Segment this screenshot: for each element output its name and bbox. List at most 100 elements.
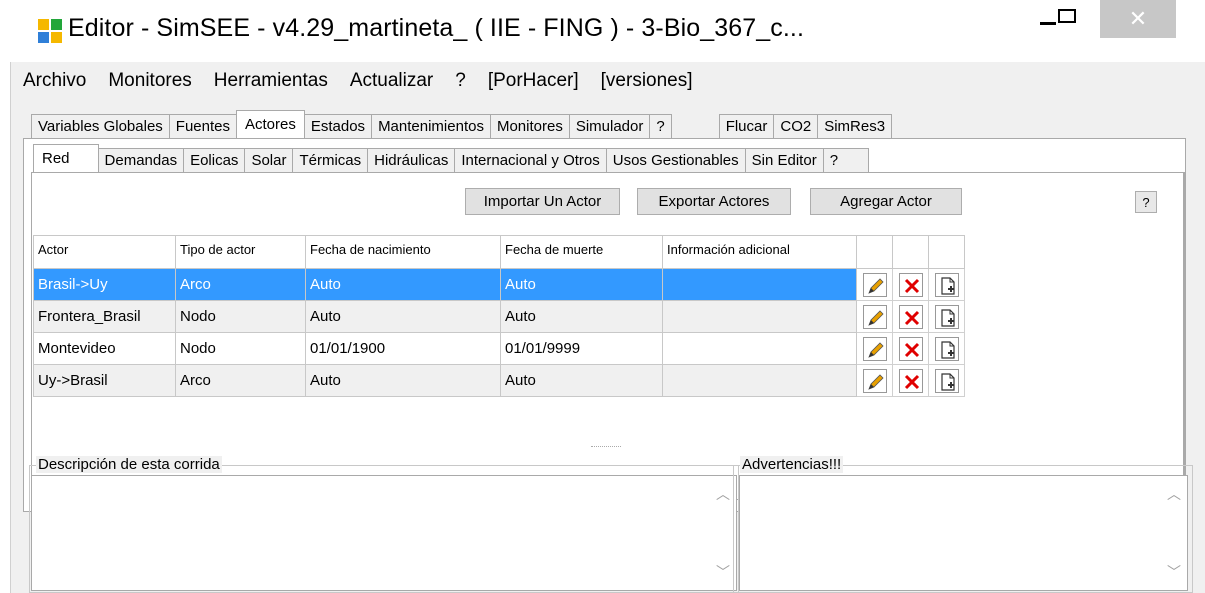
column-header-tipo[interactable]: Tipo de actor [175, 235, 306, 269]
tab-simres3[interactable]: SimRes3 [817, 114, 893, 138]
actors-table: Actor Tipo de actor Fecha de nacimiento … [33, 235, 965, 397]
menu-item-versiones[interactable]: [versiones] [590, 70, 704, 92]
cell-nacimiento[interactable]: Auto [305, 300, 501, 333]
cell-clone-action [928, 332, 965, 365]
help-button[interactable]: ? [1135, 191, 1157, 213]
tab-fuentes[interactable]: Fuentes [168, 114, 237, 138]
cell-edit-action [856, 332, 893, 365]
description-field[interactable]: ︿ ﹀ [31, 475, 737, 591]
cell-muerte[interactable]: Auto [500, 364, 663, 397]
cell-delete-action [892, 268, 929, 301]
cell-edit-action [856, 364, 893, 397]
edit-icon[interactable] [862, 336, 887, 361]
tab-estados[interactable]: Estados [303, 114, 373, 138]
cell-delete-action [892, 364, 929, 397]
cell-delete-action [892, 332, 929, 365]
cell-tipo[interactable]: Nodo [175, 332, 306, 365]
tab-flucar[interactable]: Flucar [718, 114, 775, 138]
tab-co2[interactable]: CO2 [773, 114, 819, 138]
edit-icon[interactable] [862, 304, 887, 329]
window-body: Archivo Monitores Herramientas Actualizar?[… [10, 62, 1205, 593]
column-header-actor[interactable]: Actor [33, 235, 176, 269]
cell-muerte[interactable]: 01/01/9999 [500, 332, 663, 365]
cell-clone-action [928, 364, 965, 397]
subtab-solar[interactable]: Solar [244, 148, 294, 172]
maximize-button[interactable] [1044, 0, 1090, 40]
tab-simulador[interactable]: Simulador [568, 114, 651, 138]
column-header-nacimiento[interactable]: Fecha de nacimiento [305, 235, 501, 269]
table-row[interactable]: Brasil->Uy Arco Auto Auto [33, 268, 965, 301]
menu-item-actualizar[interactable]: Actualizar [339, 70, 444, 92]
cell-actor[interactable]: Uy->Brasil [33, 364, 176, 397]
delete-icon[interactable] [898, 272, 923, 297]
scroll-down-icon[interactable]: ﹀ [1167, 562, 1181, 582]
cell-tipo[interactable]: Arco [175, 364, 306, 397]
cell-tipo[interactable]: Nodo [175, 300, 306, 333]
cell-clone-action [928, 300, 965, 333]
clone-icon[interactable] [934, 336, 959, 361]
cell-info[interactable] [662, 268, 857, 301]
tab-monitores[interactable]: Monitores [489, 114, 570, 138]
column-header-info[interactable]: Información adicional [662, 235, 857, 269]
menu-item-porhacer[interactable]: [PorHacer] [477, 70, 590, 92]
cell-info[interactable] [662, 364, 857, 397]
clone-icon[interactable] [934, 272, 959, 297]
cell-nacimiento[interactable]: Auto [305, 364, 501, 397]
cell-tipo[interactable]: Arco [175, 268, 306, 301]
app-icon [38, 19, 62, 43]
clone-icon[interactable] [934, 368, 959, 393]
subtab-eolicas[interactable]: Eolicas [183, 148, 246, 172]
cell-muerte[interactable]: Auto [500, 300, 663, 333]
clone-icon[interactable] [934, 304, 959, 329]
cell-info[interactable] [662, 300, 857, 333]
edit-icon[interactable] [862, 272, 887, 297]
menu-item-help[interactable]: ? [444, 70, 477, 92]
tab-mantenimientos[interactable]: Mantenimientos [371, 114, 491, 138]
subtab-hidraulicas[interactable]: Hidráulicas [367, 148, 456, 172]
scroll-up-icon[interactable]: ︿ [716, 484, 730, 504]
subtab-red[interactable]: Red [33, 144, 99, 172]
subtab-internacional-y-otros[interactable]: Internacional y Otros [454, 148, 607, 172]
menu-item-archivo[interactable]: Archivo [11, 70, 97, 92]
tab-variables-globales[interactable]: Variables Globales [31, 114, 170, 138]
cell-muerte[interactable]: Auto [500, 268, 663, 301]
cell-delete-action [892, 300, 929, 333]
cell-actor[interactable]: Montevideo [33, 332, 176, 365]
table-row[interactable]: Uy->Brasil Arco Auto Auto [33, 364, 965, 397]
close-button[interactable]: ✕ [1100, 0, 1176, 38]
edit-icon[interactable] [862, 368, 887, 393]
cell-nacimiento[interactable]: 01/01/1900 [305, 332, 501, 365]
export-actors-button[interactable]: Exportar Actores [637, 188, 791, 215]
warnings-field[interactable]: ︿ ﹀ [739, 475, 1188, 591]
cell-info[interactable] [662, 332, 857, 365]
add-actor-button[interactable]: Agregar Actor [810, 188, 962, 215]
delete-icon[interactable] [898, 336, 923, 361]
table-row[interactable]: Montevideo Nodo 01/01/1900 01/01/9999 [33, 332, 965, 365]
warnings-label: Advertencias!!! [740, 456, 844, 473]
scroll-down-icon[interactable]: ﹀ [716, 562, 730, 582]
subtab-sin-editor[interactable]: Sin Editor [744, 148, 824, 172]
tab-actores[interactable]: Actores [236, 110, 305, 138]
tab-help[interactable]: ? [649, 114, 672, 138]
table-row[interactable]: Frontera_Brasil Nodo Auto Auto [33, 300, 965, 333]
sub-tab-strip: Red Demandas Eolicas Solar Térmicas Hidráulic… [33, 144, 870, 172]
description-label: Descripción de esta corrida [36, 456, 222, 473]
scroll-up-icon[interactable]: ︿ [1167, 484, 1181, 504]
cell-edit-action [856, 300, 893, 333]
splitter-handle[interactable] [591, 446, 621, 448]
column-header-muerte[interactable]: Fecha de muerte [500, 235, 663, 269]
cell-actor[interactable]: Brasil->Uy [33, 268, 176, 301]
subtab-demandas[interactable]: Demandas [97, 148, 185, 172]
subtab-help[interactable]: ? [822, 148, 870, 172]
delete-icon[interactable] [898, 304, 923, 329]
column-header-delete [892, 235, 929, 269]
cell-actor[interactable]: Frontera_Brasil [33, 300, 176, 333]
subtab-termicas[interactable]: Térmicas [292, 148, 369, 172]
menu-item-monitores[interactable]: Monitores [97, 70, 202, 92]
main-tab-strip: Variables Globales Fuentes Actores Estados M… [31, 110, 893, 138]
cell-nacimiento[interactable]: Auto [305, 268, 501, 301]
menu-item-herramientas[interactable]: Herramientas [203, 70, 339, 92]
subtab-usos-gestionables[interactable]: Usos Gestionables [605, 148, 746, 172]
import-actor-button[interactable]: Importar Un Actor [465, 188, 620, 215]
delete-icon[interactable] [898, 368, 923, 393]
